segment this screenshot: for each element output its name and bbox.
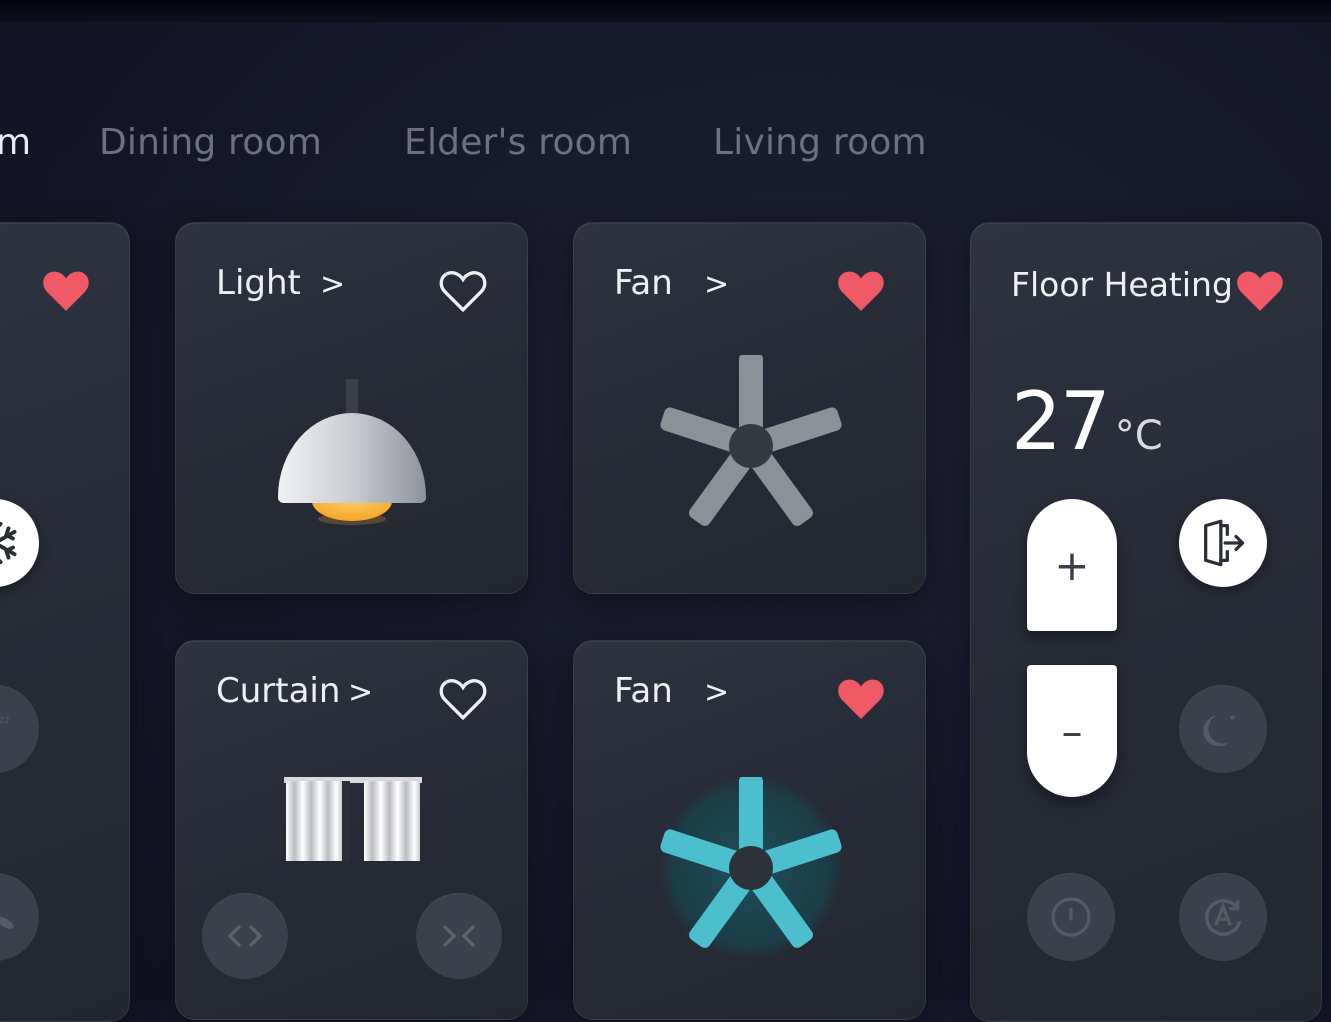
fan-card-title: Fan: [614, 263, 673, 303]
sleep-moon-icon[interactable]: zz: [0, 685, 39, 773]
snowflake-icon[interactable]: [0, 499, 39, 587]
pendant-lamp-icon: [278, 379, 426, 525]
favorite-heart-icon[interactable]: [41, 267, 91, 313]
favorite-heart-icon[interactable]: [1235, 267, 1285, 313]
chevron-right-icon[interactable]: >: [320, 267, 345, 302]
tab-elders-room[interactable]: Elder's room: [404, 122, 632, 163]
temperature-unit: °C: [1114, 413, 1163, 459]
chevron-right-icon[interactable]: >: [348, 675, 373, 710]
curtain-icon: [284, 777, 422, 861]
svg-text:zz: zz: [0, 715, 10, 726]
fan-spinning-icon: [660, 777, 842, 960]
chevron-right-icon[interactable]: >: [704, 675, 729, 710]
tab-dining-room[interactable]: Dining room: [99, 122, 322, 163]
fan-mode-icon[interactable]: [0, 873, 39, 961]
favorite-heart-outline-icon[interactable]: [438, 675, 488, 721]
plus-icon: +: [1054, 540, 1090, 590]
top-bar: [0, 0, 1331, 22]
curtain-card-title: Curtain: [216, 671, 341, 711]
temperature-display: 27 °C: [1011, 375, 1163, 468]
curtain-close-button[interactable]: [416, 893, 502, 979]
power-button[interactable]: [1027, 873, 1115, 961]
auto-mode-button[interactable]: [1179, 873, 1267, 961]
chevron-right-icon[interactable]: >: [704, 267, 729, 302]
floor-heating-card[interactable]: Floor Heating 27 °C + –: [970, 222, 1322, 1022]
night-mode-button[interactable]: [1179, 685, 1267, 773]
tab-living-room[interactable]: Living room: [713, 122, 927, 163]
favorite-heart-icon[interactable]: [836, 267, 886, 313]
device-card-partial[interactable]: zz: [0, 222, 130, 1022]
favorite-heart-icon[interactable]: [836, 675, 886, 721]
door-exit-icon: [1204, 519, 1245, 567]
temperature-decrease-button[interactable]: –: [1027, 665, 1117, 797]
fan-card[interactable]: Fan >: [573, 222, 926, 594]
away-mode-button[interactable]: [1179, 499, 1267, 587]
power-icon: [1051, 897, 1091, 937]
light-card-title: Light: [216, 263, 301, 303]
favorite-heart-outline-icon[interactable]: [438, 267, 488, 313]
floor-heating-title: Floor Heating: [1011, 265, 1233, 304]
fan-card-active[interactable]: Fan >: [573, 640, 926, 1020]
light-card[interactable]: Light >: [175, 222, 528, 594]
minus-icon: –: [1061, 706, 1083, 756]
curtain-open-button[interactable]: [202, 893, 288, 979]
moon-icon: [1203, 715, 1235, 747]
temperature-value: 27: [1011, 375, 1111, 468]
fan-icon: [660, 355, 842, 526]
tab-current-room[interactable]: m: [0, 122, 31, 163]
auto-mode-icon: [1205, 899, 1242, 936]
temperature-increase-button[interactable]: +: [1027, 499, 1117, 631]
curtain-card[interactable]: Curtain >: [175, 640, 528, 1020]
fan-card-title: Fan: [614, 671, 673, 711]
